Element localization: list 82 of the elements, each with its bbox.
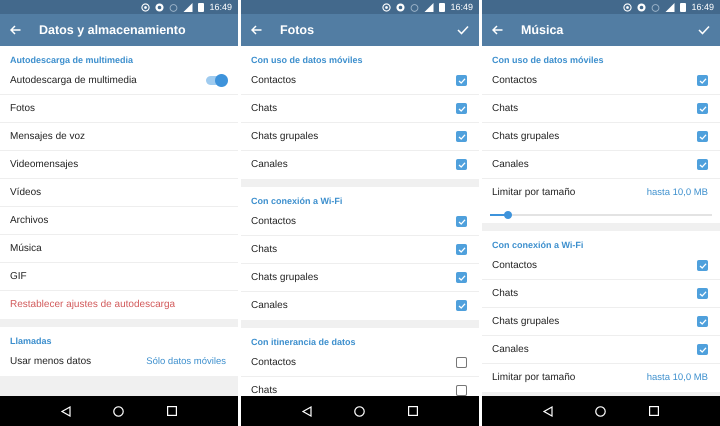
checkbox[interactable] xyxy=(697,75,708,86)
menu-item[interactable]: Fotos xyxy=(10,103,36,114)
checkbox[interactable] xyxy=(697,159,708,170)
section-header: Con uso de datos móviles xyxy=(491,54,605,67)
menu-item[interactable]: Vídeos xyxy=(10,187,42,198)
checkbox[interactable] xyxy=(456,103,467,114)
menu-item[interactable]: Música xyxy=(10,243,42,254)
row-label: Contactos xyxy=(492,75,538,86)
checkbox[interactable] xyxy=(697,288,708,299)
row-label: Autodescarga de multimedia xyxy=(10,75,137,86)
checkbox[interactable] xyxy=(456,272,467,283)
row-label: Chats xyxy=(492,103,518,114)
checkbox[interactable] xyxy=(456,300,467,311)
row-label: Canales xyxy=(251,159,288,170)
status-time: 16:49 xyxy=(209,2,232,12)
battery-icon xyxy=(680,2,686,12)
checkbox[interactable] xyxy=(456,75,467,86)
row-label: Chats xyxy=(251,103,278,114)
row-label: Canales xyxy=(492,344,529,355)
slider-handle[interactable] xyxy=(504,211,512,219)
menu-item[interactable]: GIF xyxy=(10,271,27,282)
row-label: Canales xyxy=(251,300,288,311)
row-label: Chats xyxy=(251,244,278,255)
checkbox[interactable] xyxy=(697,131,708,142)
toolbar-title: Fotos xyxy=(280,23,316,37)
home-icon[interactable] xyxy=(595,406,606,416)
menu-item[interactable]: Mensajes de voz xyxy=(10,131,86,142)
checkbox[interactable] xyxy=(456,159,467,170)
row-label: Contactos xyxy=(492,260,538,271)
check-icon[interactable] xyxy=(698,25,710,35)
row-label: Contactos xyxy=(251,216,296,227)
checkbox[interactable] xyxy=(697,103,708,114)
signal-icon xyxy=(183,2,194,12)
row-label: Chats grupales xyxy=(492,316,560,327)
reset-link[interactable]: Restablecer ajustes de autodescarga xyxy=(10,299,176,310)
row-label: Chats grupales xyxy=(251,272,318,283)
back-icon[interactable] xyxy=(543,406,554,416)
signal-icon xyxy=(665,2,676,12)
back-arrow-icon[interactable] xyxy=(251,25,262,35)
battery-icon xyxy=(439,2,446,12)
section-header: Con uso de datos móviles xyxy=(250,54,364,67)
menu-item[interactable]: Archivos xyxy=(10,215,48,226)
menu-item[interactable]: Videomensajes xyxy=(10,159,78,170)
back-arrow-icon[interactable] xyxy=(492,25,503,35)
row-label: Chats grupales xyxy=(251,131,318,142)
section-header: Con conexión a Wi-Fi xyxy=(250,195,344,208)
home-icon[interactable] xyxy=(113,406,124,416)
recents-icon[interactable] xyxy=(648,406,659,416)
recents-icon[interactable] xyxy=(166,406,177,416)
toggle-switch[interactable] xyxy=(206,76,226,85)
back-icon[interactable] xyxy=(61,406,72,416)
checkbox[interactable] xyxy=(697,316,708,327)
row-label: Limitar por tamaño xyxy=(492,187,576,198)
signal-icon xyxy=(424,2,434,12)
row-label: Chats xyxy=(492,288,518,299)
row-label: Canales xyxy=(492,159,529,170)
battery-icon xyxy=(198,2,204,12)
row-label: Chats grupales xyxy=(492,131,560,142)
toolbar-title: Música xyxy=(521,23,564,37)
back-arrow-icon[interactable] xyxy=(10,25,21,35)
checkbox[interactable] xyxy=(456,357,467,368)
row-label: Chats xyxy=(251,385,278,396)
check-icon[interactable] xyxy=(457,25,469,35)
status-time: 16:49 xyxy=(450,2,473,12)
row-label: Contactos xyxy=(251,75,296,86)
recents-icon[interactable] xyxy=(408,406,418,416)
checkbox[interactable] xyxy=(456,216,467,227)
checkbox[interactable] xyxy=(456,131,467,142)
row-label: Limitar por tamaño xyxy=(492,372,576,383)
row-label: Contactos xyxy=(251,357,296,368)
home-icon[interactable] xyxy=(354,406,366,416)
section-header: Con itinerancia de datos xyxy=(250,336,357,349)
section-header: Llamadas xyxy=(9,335,53,348)
toolbar-title: Datos y almacenamiento xyxy=(39,23,187,37)
section-header: Autodescarga de multimedia xyxy=(9,54,134,67)
section-header: Con conexión a Wi-Fi xyxy=(491,239,584,252)
checkbox[interactable] xyxy=(456,244,467,255)
checkbox[interactable] xyxy=(697,344,708,355)
row-label: Usar menos datos xyxy=(10,356,92,367)
back-icon[interactable] xyxy=(302,406,312,416)
checkbox[interactable] xyxy=(697,260,708,271)
status-time: 16:49 xyxy=(691,2,714,12)
